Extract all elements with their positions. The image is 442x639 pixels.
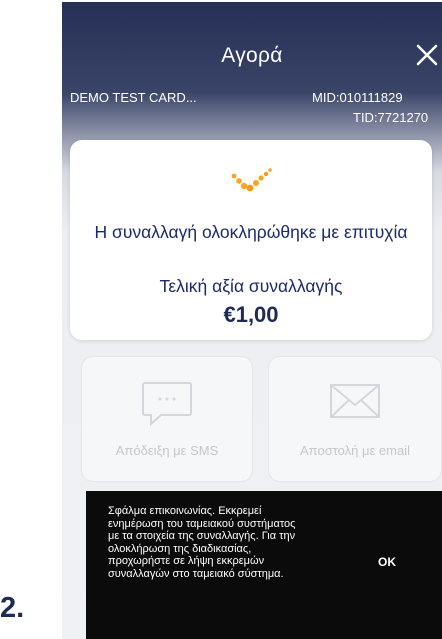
amount-label: Τελική αξία συναλλαγής: [159, 276, 343, 296]
check-icon: [231, 168, 272, 192]
email-icon: [330, 384, 380, 418]
result-card: Η συναλλαγή ολοκληρώθηκε με επιτυχία Τελ…: [70, 140, 432, 340]
card-name: DEMO TEST CARD...: [70, 90, 197, 105]
result-message: Η συναλλαγή ολοκληρώθηκε με επιτυχία: [94, 222, 408, 242]
sms-receipt-label: Απόδειξη με SMS: [115, 443, 219, 458]
snackbar-message: Σφάλμα επικοινωνίας. Εκκρεμεί ενημέρωση …: [108, 505, 296, 580]
phone-screen: Αγορά DEMO TEST CARD... MID:010111829 TI…: [62, 2, 442, 639]
sms-receipt-button[interactable]: Απόδειξη με SMS: [81, 356, 253, 482]
error-snackbar: Σφάλμα επικοινωνίας. Εκκρεμεί ενημέρωση …: [86, 491, 442, 639]
ok-button[interactable]: OK: [378, 555, 396, 569]
sms-icon: [142, 382, 192, 427]
app-header: Αγορά: [62, 2, 442, 82]
amount-value: €1,00: [223, 302, 279, 327]
merchant-id: MID:010111829: [312, 90, 403, 105]
terminal-id: TID:7721270: [353, 110, 429, 125]
close-icon[interactable]: [414, 42, 440, 68]
email-receipt-button[interactable]: Αποστολή με email: [268, 356, 442, 482]
email-receipt-label: Αποστολή με email: [300, 443, 410, 458]
step-label: 2.: [0, 592, 25, 624]
page-title: Αγορά: [221, 44, 283, 67]
